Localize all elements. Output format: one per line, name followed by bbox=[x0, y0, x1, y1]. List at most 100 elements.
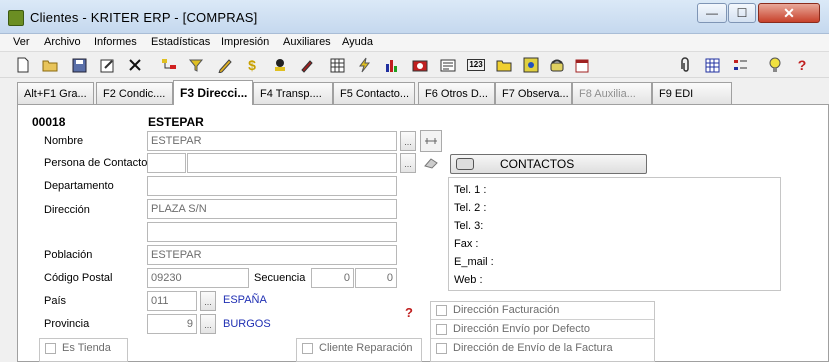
address-swap-icon[interactable] bbox=[420, 130, 442, 152]
title-bar: Clientes - KRITER ERP - [COMPRAS] — ☐ ✕ bbox=[0, 0, 829, 34]
direccion-envio-defecto-checkbox[interactable]: Dirección Envío por Defecto bbox=[436, 321, 590, 337]
tab-auxiliares: F8 Auxilia... bbox=[572, 82, 652, 104]
es-tienda-checkbox[interactable]: Es Tienda bbox=[45, 340, 111, 356]
direccion-envio-factura-checkbox[interactable]: Dirección de Envío de la Factura bbox=[436, 340, 613, 356]
tel1-label: Tel. 1 : bbox=[454, 184, 487, 196]
help-icon[interactable]: ? bbox=[793, 56, 811, 74]
codigo-postal-field[interactable]: 09230 bbox=[147, 268, 249, 288]
close-icon: ✕ bbox=[783, 4, 795, 21]
label-codigo-postal: Código Postal bbox=[44, 272, 113, 284]
persona-contacto-field[interactable] bbox=[187, 153, 397, 173]
menu-informes[interactable]: Informes bbox=[94, 36, 137, 48]
direccion-line2-field[interactable] bbox=[147, 222, 397, 242]
calendar-icon[interactable] bbox=[573, 56, 591, 74]
label-nombre: Nombre bbox=[44, 135, 84, 147]
label-pais: País bbox=[44, 295, 67, 307]
label-departamento: Departamento bbox=[44, 180, 114, 192]
phone-icon[interactable] bbox=[548, 56, 566, 74]
direccion-line1-field[interactable]: PLAZA S/N bbox=[147, 199, 397, 219]
stamp-icon[interactable] bbox=[271, 56, 289, 74]
list-icon[interactable] bbox=[731, 56, 749, 74]
tab-graficos[interactable]: Alt+F1 Gra... bbox=[17, 82, 94, 104]
secuencia-field-2[interactable]: 0 bbox=[355, 268, 397, 288]
fax-label: Fax : bbox=[454, 238, 479, 250]
secuencia-field-1[interactable]: 0 bbox=[311, 268, 354, 288]
pais-ellipsis-button[interactable]: ... bbox=[200, 291, 216, 311]
web-label: Web : bbox=[454, 274, 483, 286]
filter-icon[interactable] bbox=[187, 56, 205, 74]
delete-x-icon[interactable] bbox=[126, 56, 144, 74]
tab-contactos[interactable]: F5 Contacto... bbox=[333, 82, 415, 104]
label-secuencia: Secuencia bbox=[254, 272, 306, 284]
label-persona-contacto: Persona de Contacto bbox=[44, 157, 148, 169]
direccion-facturacion-checkbox[interactable]: Dirección Facturación bbox=[436, 302, 559, 318]
tab-observaciones[interactable]: F7 Observa... bbox=[495, 82, 572, 104]
menu-auxiliares[interactable]: Auxiliares bbox=[283, 36, 331, 48]
direccion-envio-factura-label: Dirección de Envío de la Factura bbox=[453, 342, 613, 354]
maximize-icon: ☐ bbox=[736, 6, 748, 20]
es-tienda-label: Es Tienda bbox=[62, 342, 111, 354]
menu-ayuda[interactable]: Ayuda bbox=[342, 36, 373, 48]
money-icon[interactable]: $ bbox=[243, 56, 261, 74]
save-disk-icon[interactable] bbox=[70, 56, 88, 74]
departamento-field[interactable] bbox=[147, 176, 397, 196]
tab-transportes[interactable]: F4 Transp.... bbox=[253, 82, 333, 104]
folder-yellow-icon[interactable] bbox=[495, 56, 513, 74]
card-icon[interactable] bbox=[439, 56, 457, 74]
contact-info-box: Tel. 1 : Tel. 2 : Tel. 3: Fax : E_mail :… bbox=[448, 177, 781, 291]
map-icon[interactable] bbox=[522, 56, 540, 74]
contactos-button[interactable]: CONTACTOS bbox=[450, 154, 647, 174]
menu-estadisticas[interactable]: Estadísticas bbox=[151, 36, 210, 48]
close-button[interactable]: ✕ bbox=[758, 3, 820, 23]
menu-impresion[interactable]: Impresión bbox=[221, 36, 269, 48]
direccion-facturacion-label: Dirección Facturación bbox=[453, 304, 560, 316]
nombre-field[interactable]: ESTEPAR bbox=[147, 131, 397, 151]
contactos-button-label: CONTACTOS bbox=[500, 157, 575, 171]
tree-icon[interactable] bbox=[160, 56, 178, 74]
tab-condiciones[interactable]: F2 Condic.... bbox=[96, 82, 173, 104]
email-label: E_mail : bbox=[454, 256, 494, 268]
menu-archivo[interactable]: Archivo bbox=[44, 36, 81, 48]
tab-edi[interactable]: F9 EDI bbox=[652, 82, 732, 104]
tab-otros-datos[interactable]: F6 Otros D... bbox=[418, 82, 495, 104]
eraser-icon[interactable] bbox=[420, 153, 442, 173]
menu-bar: Ver Archivo Informes Estadísticas Impres… bbox=[0, 34, 829, 52]
edit-form-icon[interactable] bbox=[98, 56, 116, 74]
direccion-envio-defecto-label: Dirección Envío por Defecto bbox=[453, 323, 590, 335]
label-poblacion: Población bbox=[44, 249, 93, 261]
nombre-ellipsis-button[interactable]: ... bbox=[400, 131, 416, 151]
calculator-icon[interactable] bbox=[328, 56, 346, 74]
lightning-icon[interactable] bbox=[356, 56, 374, 74]
toolbar: $ 123 ? bbox=[0, 52, 829, 78]
label-provincia: Provincia bbox=[44, 318, 90, 330]
pais-code-field[interactable]: 011 bbox=[147, 291, 197, 311]
lightbulb-icon[interactable] bbox=[766, 56, 784, 74]
tab-strip: Alt+F1 Gra... F2 Condic.... F3 Direcci..… bbox=[0, 80, 829, 105]
open-folder-icon[interactable] bbox=[41, 56, 59, 74]
menu-ver[interactable]: Ver bbox=[13, 36, 30, 48]
provincia-name: BURGOS bbox=[223, 318, 271, 330]
minimize-icon: — bbox=[706, 6, 718, 20]
brush-icon[interactable] bbox=[298, 56, 316, 74]
pencil-icon[interactable] bbox=[216, 56, 234, 74]
grid-icon[interactable] bbox=[703, 56, 721, 74]
tab-direcciones[interactable]: F3 Direcci... bbox=[173, 80, 253, 105]
tel2-label: Tel. 2 : bbox=[454, 202, 487, 214]
help-icon[interactable]: ? bbox=[405, 305, 413, 320]
persona-contacto-code-field[interactable] bbox=[147, 153, 186, 173]
pais-name: ESPAÑA bbox=[223, 294, 267, 306]
poblacion-field[interactable]: ESTEPAR bbox=[147, 245, 397, 265]
maximize-button[interactable]: ☐ bbox=[728, 3, 756, 23]
minimize-button[interactable]: — bbox=[697, 3, 727, 23]
numbers-icon[interactable]: 123 bbox=[467, 56, 485, 74]
provincia-code-field[interactable]: 9 bbox=[147, 314, 197, 334]
client-code: 00018 bbox=[32, 115, 66, 129]
camera-icon[interactable] bbox=[411, 56, 429, 74]
bar-chart-icon[interactable] bbox=[383, 56, 401, 74]
paperclip-icon[interactable] bbox=[676, 56, 694, 74]
app-window: Clientes - KRITER ERP - [COMPRAS] — ☐ ✕ … bbox=[0, 0, 829, 362]
new-document-icon[interactable] bbox=[14, 56, 32, 74]
cliente-reparacion-checkbox[interactable]: Cliente Reparación bbox=[302, 340, 413, 356]
provincia-ellipsis-button[interactable]: ... bbox=[200, 314, 216, 334]
persona-ellipsis-button[interactable]: ... bbox=[400, 153, 416, 173]
